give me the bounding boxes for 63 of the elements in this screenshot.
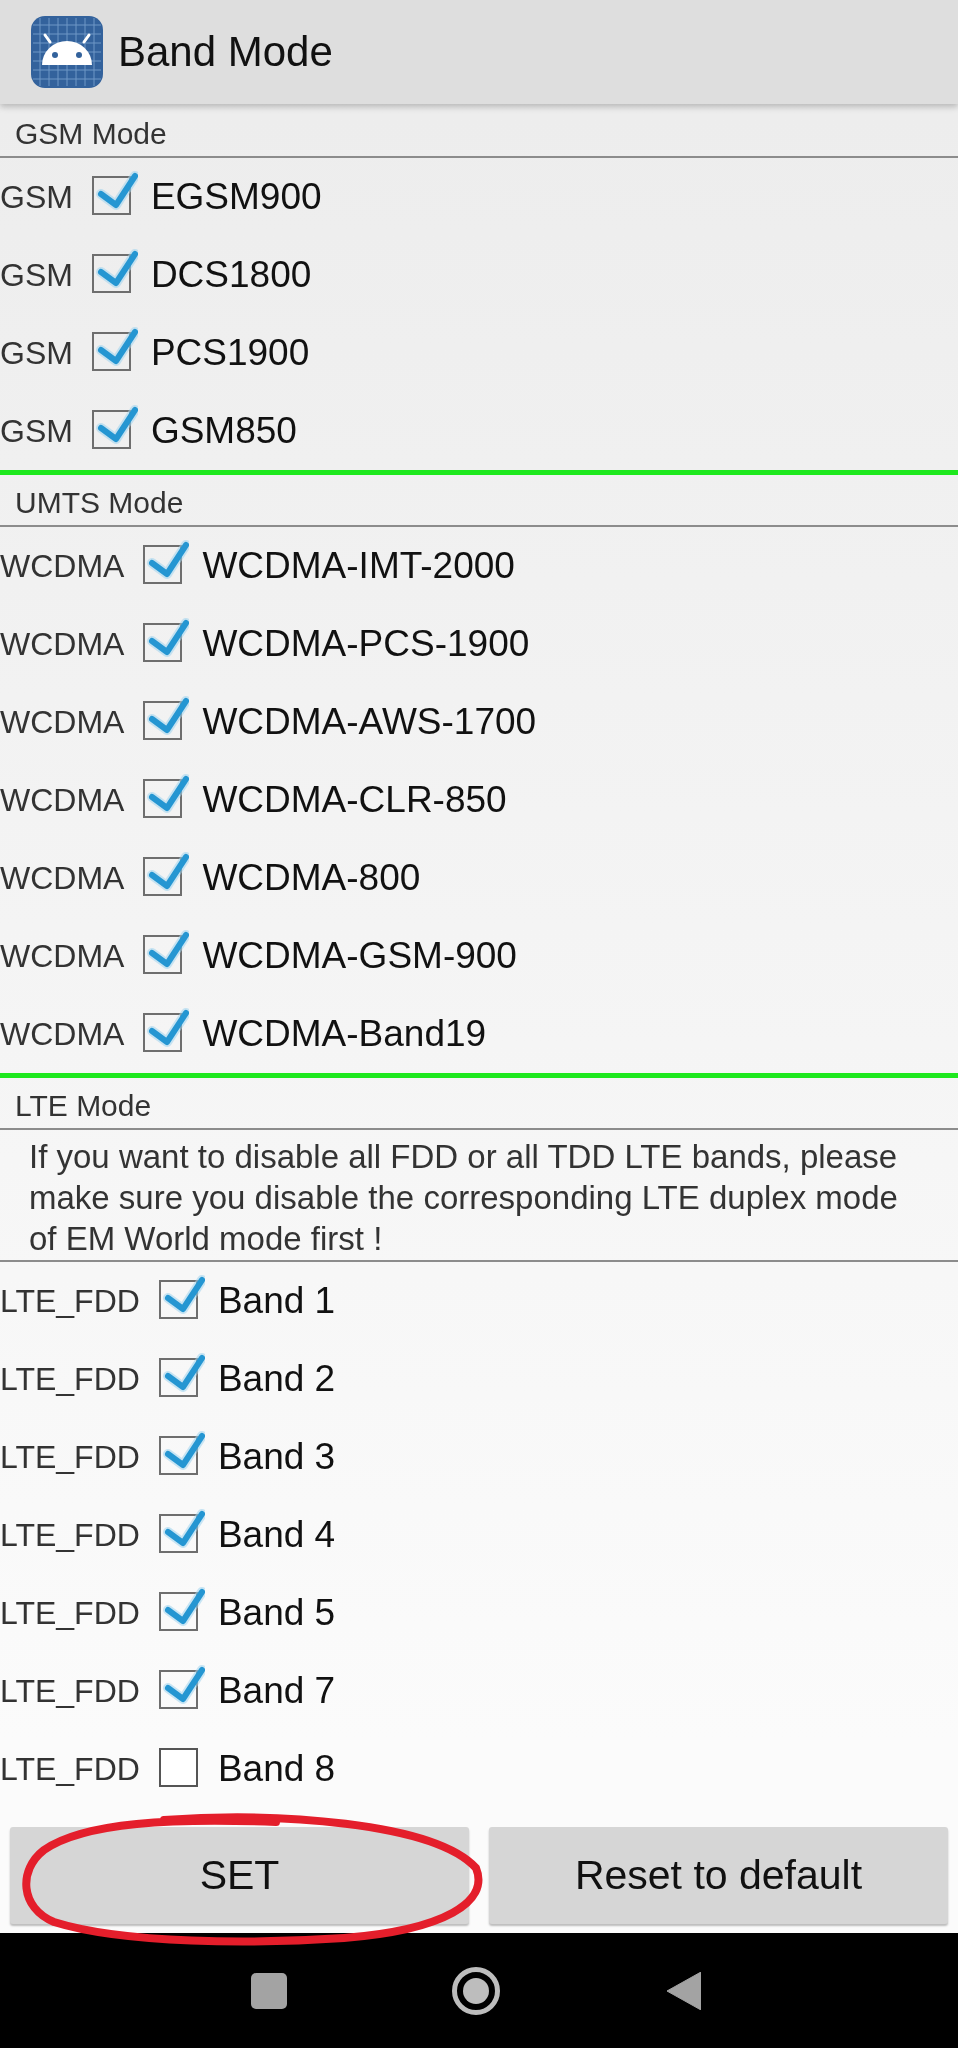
band-name-label: DCS1800	[150, 254, 312, 296]
section-title: GSM Mode	[15, 116, 167, 152]
band-type-label: LTE_FDD	[0, 1516, 140, 1554]
band-type-label: GSM	[0, 178, 73, 216]
checkbox[interactable]	[91, 249, 138, 293]
band-type-label: WCDMA	[0, 937, 125, 975]
band-type-label: WCDMA	[0, 859, 125, 897]
band-name-label: Band 3	[217, 1436, 336, 1478]
checkbox[interactable]	[158, 1665, 205, 1709]
checkbox[interactable]	[158, 1587, 205, 1631]
band-name-label: WCDMA-CLR-850	[202, 779, 507, 821]
home-icon[interactable]	[452, 1967, 500, 2015]
action-button[interactable]: Reset to default	[489, 1827, 948, 1924]
note-text: If you want to disable all FDD or all TDD LTE bands, please make sure you disable the corresponding LTE duplex mode of EM World mode first !	[29, 1137, 899, 1259]
checkbox[interactable]	[143, 852, 190, 896]
band-type-label: LTE_FDD	[0, 1360, 140, 1398]
band-name-label: WCDMA-800	[202, 857, 421, 899]
checkbox[interactable]	[158, 1509, 205, 1553]
section-title: LTE Mode	[15, 1088, 152, 1124]
checkbox[interactable]	[143, 1008, 190, 1052]
band-type-label: GSM	[0, 412, 73, 450]
band-name-label: GSM850	[150, 410, 297, 452]
action-button[interactable]: SET	[10, 1827, 469, 1924]
band-name-label: Band 7	[217, 1670, 336, 1712]
checkbox[interactable]	[143, 540, 190, 584]
checkbox[interactable]	[143, 618, 190, 662]
band-name-label: WCDMA-Band19	[202, 1013, 487, 1055]
checkbox[interactable]	[158, 1353, 205, 1397]
band-type-label: LTE_FDD	[0, 1438, 140, 1476]
section-title: UMTS Mode	[15, 485, 184, 521]
band-type-label: WCDMA	[0, 547, 125, 585]
band-name-label: WCDMA-IMT-2000	[202, 545, 515, 587]
checkbox[interactable]	[158, 1431, 205, 1475]
band-type-label: LTE_FDD	[0, 1594, 140, 1632]
band-type-label: WCDMA	[0, 625, 125, 663]
band-name-label: Band 2	[217, 1358, 336, 1400]
band-type-label: WCDMA	[0, 781, 125, 819]
back-icon[interactable]	[667, 1972, 701, 2010]
checkbox[interactable]	[91, 405, 138, 449]
band-name-label: Band 8	[217, 1748, 336, 1790]
band-name-label: Band 4	[217, 1514, 336, 1556]
checkbox[interactable]	[91, 327, 138, 371]
checkbox[interactable]	[91, 171, 138, 215]
band-type-label: WCDMA	[0, 703, 125, 741]
band-type-label: GSM	[0, 334, 73, 372]
band-name-label: WCDMA-PCS-1900	[202, 623, 530, 665]
checkbox[interactable]	[143, 696, 190, 740]
band-type-label: LTE_FDD	[0, 1672, 140, 1710]
band-type-label: LTE_FDD	[0, 1282, 140, 1320]
band-type-label: LTE_FDD	[0, 1750, 140, 1788]
band-name-label: Band 1	[217, 1280, 336, 1322]
band-type-label: GSM	[0, 256, 73, 294]
robot-head-icon	[31, 16, 103, 88]
band-name-label: PCS1900	[150, 332, 310, 374]
band-name-label: WCDMA-GSM-900	[202, 935, 517, 977]
band-name-label: WCDMA-AWS-1700	[202, 701, 537, 743]
checkbox[interactable]	[143, 774, 190, 818]
app-title: Band Mode	[118, 28, 333, 76]
band-name-label: Band 5	[217, 1592, 336, 1634]
band-name-label: EGSM900	[150, 176, 322, 218]
band-type-label: WCDMA	[0, 1015, 125, 1053]
checkbox[interactable]	[158, 1275, 205, 1319]
checkbox[interactable]	[143, 930, 190, 974]
